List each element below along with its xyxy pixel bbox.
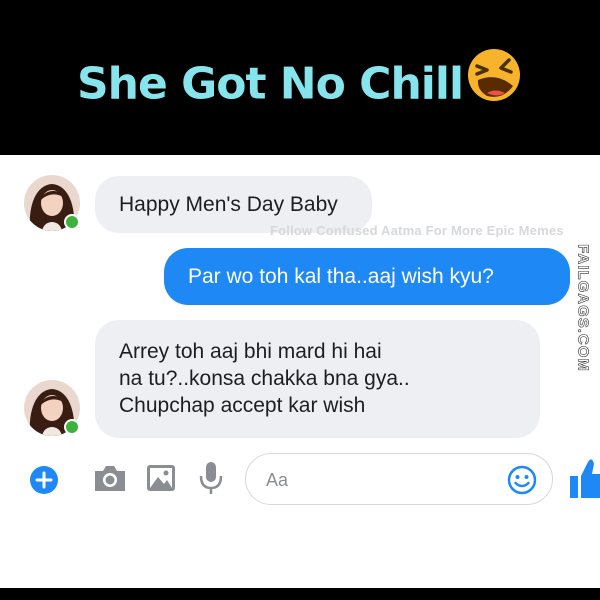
message-input[interactable] [264, 466, 498, 494]
camera-icon[interactable] [92, 462, 128, 499]
title-text: She Got No Chill [76, 58, 464, 110]
image-icon[interactable] [145, 463, 177, 498]
message-line: Chupchap accept kar wish [119, 394, 366, 417]
online-status-dot [64, 419, 80, 435]
microphone-icon[interactable] [198, 460, 224, 501]
outgoing-message-bubble[interactable]: Par wo toh kal tha..aaj wish kyu? [164, 248, 570, 305]
message-text: Par wo toh kal tha..aaj wish kyu? [188, 265, 494, 288]
watermark-overlay: Follow Confused Aatma For More Epic Meme… [270, 223, 564, 238]
message-input-field[interactable] [245, 453, 553, 505]
meme-title: She Got No Chill [0, 49, 600, 121]
side-watermark: FAILGAGS.COM [572, 240, 594, 375]
incoming-message-bubble[interactable]: Arrey toh aaj bhi mard hi hai na tu?..ko… [95, 320, 540, 438]
side-watermark-text: FAILGAGS.COM [574, 243, 592, 372]
message-text: Arrey toh aaj bhi mard hi hai na tu?..ko… [119, 338, 410, 419]
message-line: Arrey toh aaj bhi mard hi hai [119, 340, 382, 363]
plus-icon[interactable] [29, 465, 59, 500]
laughing-emoji-icon [465, 46, 523, 115]
online-status-dot [64, 214, 80, 230]
like-icon[interactable] [568, 452, 600, 507]
message-text: Happy Men's Day Baby [119, 193, 338, 216]
message-line: na tu?..konsa chakka bna gya.. [119, 367, 410, 390]
bottom-border [0, 588, 600, 600]
meme-header: She Got No Chill [0, 0, 600, 155]
emoji-icon[interactable] [506, 464, 538, 501]
